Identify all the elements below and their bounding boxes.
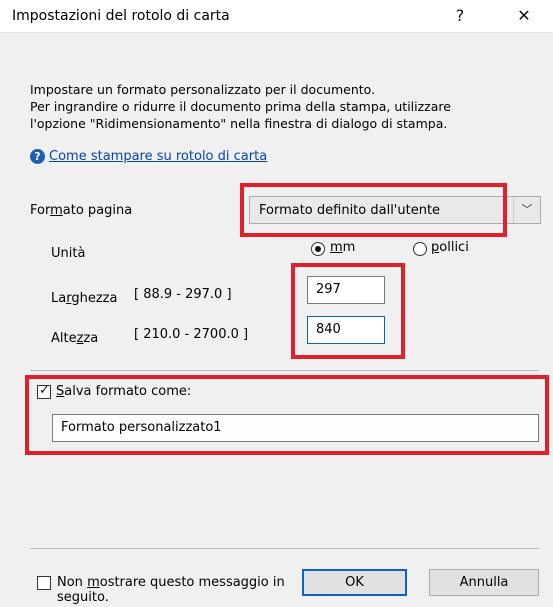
intro-line-1: Impostare un formato personalizzato per … — [30, 82, 376, 97]
close-button[interactable]: ✕ — [511, 4, 537, 28]
title-bar: Impostazioni del rotolo di carta ? ✕ — [0, 0, 553, 33]
ok-button[interactable]: OK — [302, 569, 407, 596]
inch-radio[interactable] — [413, 242, 427, 256]
intro-text: Impostare un formato personalizzato per … — [30, 81, 530, 132]
intro-line-2: Per ingrandire o ridurre il documento pr… — [30, 99, 451, 114]
mm-radio-label[interactable]: mm — [330, 240, 355, 255]
page-format-dropdown[interactable]: Formato definito dall'utente ﹀ — [249, 196, 541, 224]
height-input[interactable]: 840 — [307, 316, 385, 344]
page-format-value: Formato definito dall'utente — [259, 203, 441, 218]
save-format-checkbox[interactable]: ✓ — [37, 383, 51, 399]
help-circle-icon: ? — [30, 149, 45, 164]
dont-show-label[interactable]: Non mostrare questo messaggio in seguito… — [57, 575, 285, 605]
cancel-button[interactable]: Annulla — [429, 569, 539, 596]
intro-line-3: l'opzione "Ridimensionamento" nella fine… — [30, 116, 448, 131]
height-label: Altezza — [51, 331, 99, 346]
help-link[interactable]: Come stampare su rotolo di carta — [49, 149, 267, 164]
separator-top — [30, 370, 539, 371]
width-input[interactable]: 297 — [307, 276, 385, 304]
page-format-label: Formato pagina — [30, 203, 133, 218]
separator-bottom — [30, 548, 539, 549]
chevron-down-icon: ﹀ — [513, 197, 540, 223]
width-range: [ 88.9 - 297.0 ] — [134, 287, 232, 302]
radio-dot — [315, 246, 321, 252]
window-title: Impostazioni del rotolo di carta — [12, 8, 230, 24]
checkmark-icon: ✓ — [39, 383, 50, 398]
save-format-label[interactable]: Salva formato come: — [56, 384, 191, 399]
mm-radio[interactable] — [311, 242, 325, 256]
close-icon: ✕ — [517, 6, 531, 25]
height-range: [ 210.0 - 2700.0 ] — [134, 327, 249, 342]
unit-label: Unità — [51, 246, 86, 261]
dont-show-checkbox[interactable] — [37, 576, 51, 590]
save-format-input[interactable]: Formato personalizzato1 — [52, 414, 539, 442]
inch-radio-label[interactable]: pollici — [431, 240, 469, 255]
help-button[interactable]: ? — [447, 4, 473, 28]
width-label: Larghezza — [51, 291, 118, 306]
